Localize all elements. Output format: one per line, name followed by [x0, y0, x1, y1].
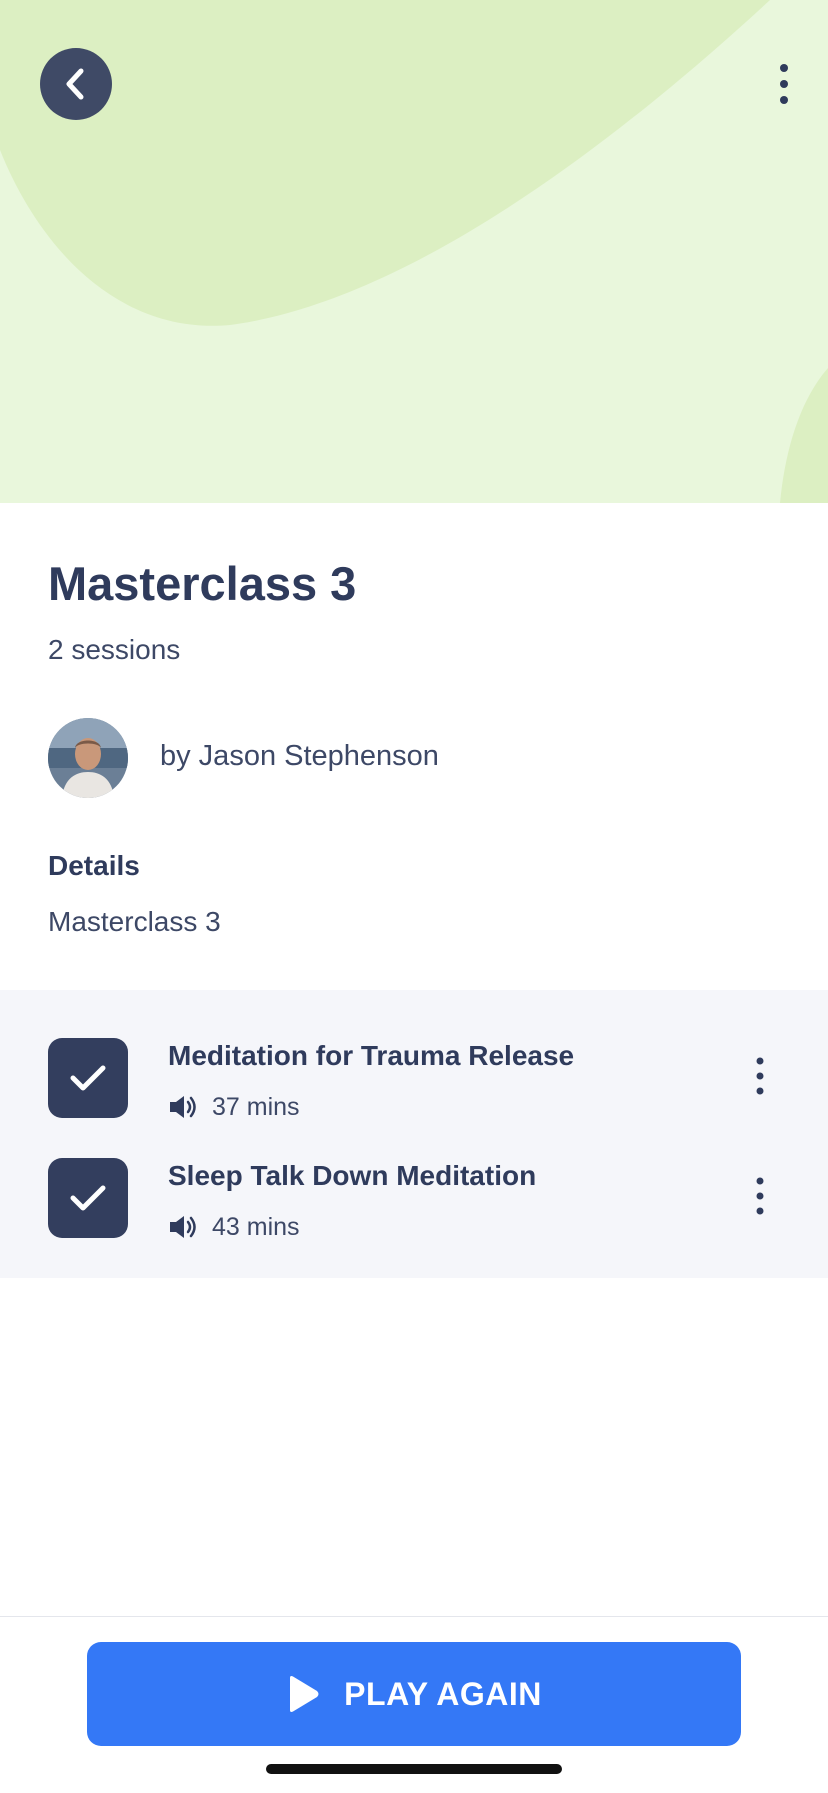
session-count: 2 sessions [48, 634, 181, 665]
completed-checkbox[interactable] [48, 1158, 128, 1238]
session-title[interactable]: Meditation for Trauma Release [168, 1040, 574, 1072]
session-meta: 43 mins [168, 1212, 300, 1242]
session-list: Meditation for Trauma Release 37 mins Sl… [0, 990, 828, 1278]
details-text: Masterclass 3 [48, 906, 221, 937]
hero-background-shape [0, 0, 828, 503]
avatar-photo [48, 718, 128, 798]
author-avatar[interactable] [48, 718, 128, 798]
author-name[interactable]: by Jason Stephenson [160, 740, 439, 773]
hero-banner [0, 0, 828, 503]
back-button[interactable] [40, 48, 112, 120]
session-more-icon[interactable] [750, 1176, 770, 1216]
play-icon [290, 1676, 319, 1712]
session-duration: 37 mins [212, 1092, 300, 1121]
more-options-icon[interactable] [772, 62, 796, 106]
session-title[interactable]: Sleep Talk Down Meditation [168, 1160, 536, 1192]
session-row[interactable]: Meditation for Trauma Release 37 mins [0, 1038, 828, 1138]
session-duration: 43 mins [212, 1212, 300, 1241]
checkmark-icon [70, 1185, 106, 1211]
play-again-button[interactable]: PLAY AGAIN [87, 1642, 741, 1746]
details-heading: Details [48, 850, 140, 881]
completed-checkbox[interactable] [48, 1038, 128, 1118]
speaker-icon [170, 1216, 196, 1238]
session-more-icon[interactable] [750, 1056, 770, 1096]
play-again-label: PLAY AGAIN [344, 1675, 542, 1712]
session-row[interactable]: Sleep Talk Down Meditation 43 mins [0, 1158, 828, 1258]
checkmark-icon [70, 1065, 106, 1091]
chevron-left-icon [66, 68, 84, 100]
session-meta: 37 mins [168, 1092, 300, 1122]
course-title: Masterclass 3 [48, 557, 357, 610]
speaker-icon [170, 1096, 196, 1118]
home-indicator [266, 1764, 562, 1774]
